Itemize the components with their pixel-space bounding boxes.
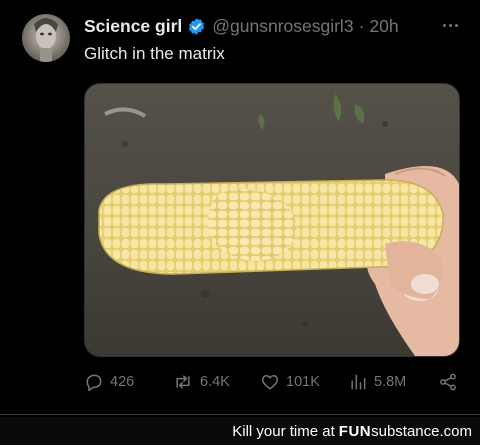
- reply-icon: [86, 374, 102, 392]
- views-button[interactable]: 5.8M: [348, 370, 406, 394]
- brand-rest: substance.com: [371, 422, 472, 440]
- views-chart-icon: [351, 374, 366, 390]
- share-button[interactable]: [438, 370, 464, 394]
- display-name[interactable]: Science girl: [84, 16, 182, 37]
- brand-fun: FUN: [338, 422, 372, 440]
- timestamp[interactable]: 20h: [369, 16, 398, 37]
- tweet-media-image[interactable]: [84, 83, 460, 357]
- like-count: 101K: [286, 374, 320, 390]
- tweet-actions: 426 6.4K 101K 5.8M: [84, 370, 462, 394]
- tweet-text: Glitch in the matrix: [84, 44, 225, 63]
- view-count: 5.8M: [374, 374, 407, 390]
- tweet-header: Science girl @gunsnrosesgirl3 · 20h: [84, 14, 399, 38]
- verified-badge-icon: [187, 17, 206, 36]
- reply-count: 426: [110, 374, 135, 390]
- footer-tagline: Kill your time at: [232, 422, 335, 440]
- like-button[interactable]: 101K: [260, 370, 320, 394]
- heart-icon: [261, 375, 279, 390]
- repost-button[interactable]: 6.4K: [172, 370, 230, 394]
- watermark-footer[interactable]: Kill your time at FUNsubstance.com: [0, 417, 480, 445]
- reply-button[interactable]: 426: [84, 370, 134, 394]
- share-icon: [440, 373, 456, 391]
- separator-dot: ·: [358, 15, 365, 36]
- user-handle[interactable]: @gunsnrosesgirl3: [212, 16, 353, 37]
- repost-icon: [176, 375, 190, 389]
- repost-count: 6.4K: [200, 374, 230, 390]
- more-options-icon[interactable]: [440, 16, 460, 34]
- footer-brand: FUNsubstance.com: [339, 423, 472, 440]
- divider: [0, 414, 480, 415]
- avatar[interactable]: [22, 14, 70, 62]
